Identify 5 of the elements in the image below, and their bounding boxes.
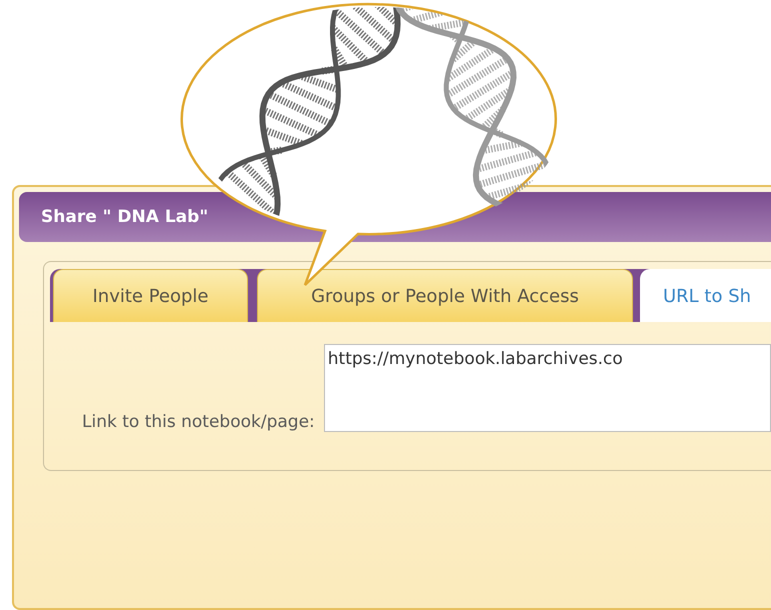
- field-label: Link to this notebook/page:: [82, 412, 315, 432]
- tab[interactable]: Groups or People With Access: [257, 269, 633, 322]
- tab[interactable]: URL to Sh: [640, 269, 771, 322]
- tab[interactable]: Invite People: [53, 269, 248, 322]
- link-field[interactable]: https://mynotebook.labarchives.co: [324, 344, 771, 432]
